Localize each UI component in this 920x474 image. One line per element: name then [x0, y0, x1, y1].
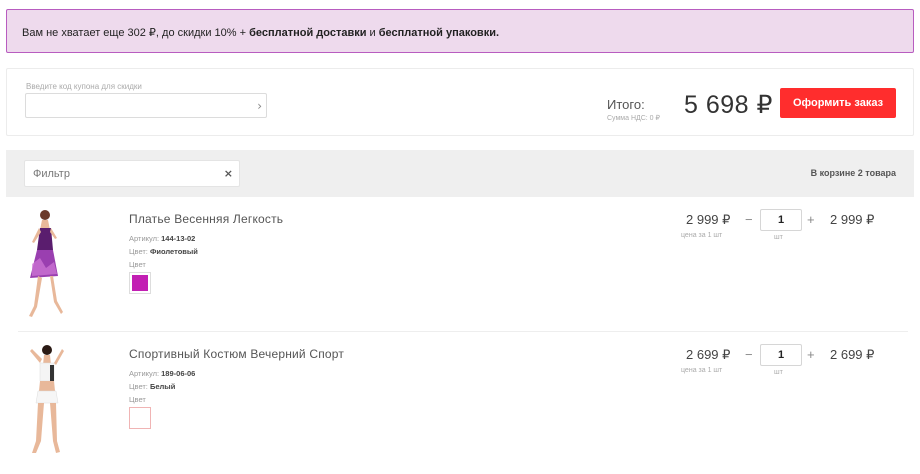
decrease-qty-button[interactable]: − — [745, 212, 753, 227]
qty-unit: шт — [774, 369, 783, 376]
filter-input[interactable] — [25, 161, 215, 186]
product-image[interactable] — [20, 341, 75, 457]
product-name[interactable]: Спортивный Костюм Вечерний Спорт — [129, 347, 344, 361]
notice-conj: и — [366, 27, 379, 39]
color-swatch[interactable] — [129, 407, 151, 429]
filter-box: × — [24, 160, 240, 187]
product-color: Цвет: Фиолетовый — [129, 247, 198, 256]
article-value: 189-06-06 — [161, 369, 196, 378]
total-label: Итого: — [607, 97, 645, 112]
product-name[interactable]: Платье Весенняя Легкость — [129, 212, 283, 226]
notice-free-delivery: бесплатной доставки — [249, 27, 367, 39]
unit-price: 2 999 ₽ — [686, 212, 731, 227]
notice-text: Вам не хватает еще 302 ₽, до скидки 10% … — [22, 27, 250, 39]
article-label: Артикул: — [129, 234, 160, 243]
product-color: Цвет: Белый — [129, 382, 175, 391]
unit-price: 2 699 ₽ — [686, 347, 731, 362]
coupon-field[interactable]: › — [25, 93, 267, 118]
qty-unit: шт — [774, 234, 783, 241]
color-value: Белый — [149, 382, 176, 391]
notice-free-packaging: бесплатной упаковки. — [378, 27, 500, 39]
swatch-fill — [132, 410, 148, 426]
product-article: Артикул: 189-06-06 — [129, 369, 195, 378]
cart-header: × В корзине 2 товара — [6, 150, 914, 197]
swatch-label: Цвет — [129, 395, 146, 404]
cart-item: Спортивный Костюм Вечерний Спорт Артикул… — [6, 333, 914, 467]
discount-notice: Вам не хватает еще 302 ₽, до скидки 10% … — [6, 9, 914, 53]
decrease-qty-button[interactable]: − — [745, 347, 753, 362]
color-swatch[interactable] — [129, 272, 151, 294]
swatch-label: Цвет — [129, 260, 146, 269]
color-label: Цвет: — [129, 247, 148, 256]
total-value: 5 698 ₽ — [684, 91, 773, 119]
color-label: Цвет: — [129, 382, 148, 391]
close-icon[interactable]: × — [224, 167, 233, 180]
cart-item: Платье Весенняя Легкость Артикул: 144-13… — [6, 198, 914, 332]
article-value: 144-13-02 — [161, 234, 196, 243]
product-article: Артикул: 144-13-02 — [129, 234, 195, 243]
chevron-right-icon[interactable]: › — [257, 99, 262, 113]
quantity-input[interactable] — [760, 344, 802, 366]
checkout-button[interactable]: Оформить заказ — [780, 88, 896, 118]
unit-price-note: цена за 1 шт — [681, 367, 723, 374]
quantity-input[interactable] — [760, 209, 802, 231]
increase-qty-button[interactable]: + — [807, 212, 815, 227]
unit-price-note: цена за 1 шт — [681, 232, 723, 239]
vat-note: Сумма НДС: 0 ₽ — [607, 115, 660, 122]
divider — [18, 331, 908, 332]
order-summary: Введите код купона для скидки › Итого: С… — [6, 68, 914, 136]
color-value: Фиолетовый — [149, 247, 198, 256]
line-total: 2 999 ₽ — [830, 212, 875, 227]
product-image[interactable] — [20, 206, 75, 322]
cart-count: В корзине 2 товара — [810, 168, 896, 178]
line-total: 2 699 ₽ — [830, 347, 875, 362]
coupon-label: Введите код купона для скидки — [26, 82, 142, 91]
increase-qty-button[interactable]: + — [807, 347, 815, 362]
article-label: Артикул: — [129, 369, 160, 378]
swatch-fill — [132, 275, 148, 291]
